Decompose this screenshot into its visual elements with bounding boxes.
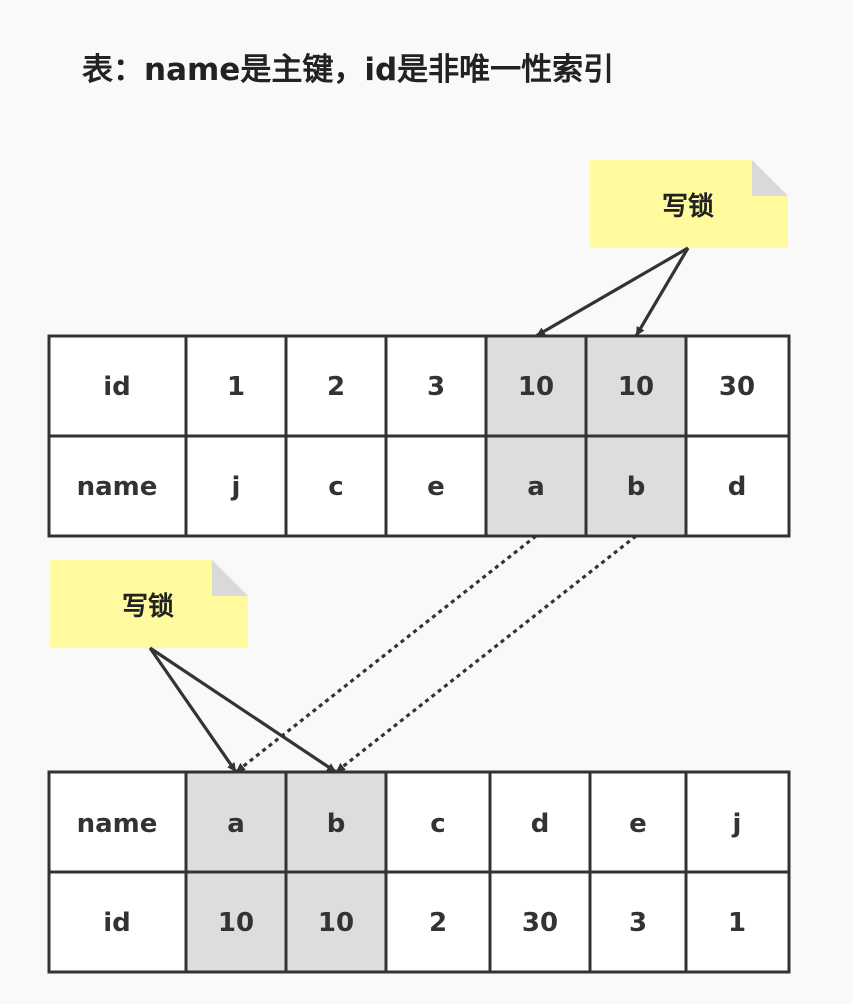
primary-table-header-name-label: name bbox=[77, 809, 158, 839]
primary-table-cell-value: b bbox=[327, 809, 346, 839]
secondary-lock-arrow-left bbox=[535, 246, 689, 338]
primary-lock-arrow-left bbox=[148, 647, 238, 773]
primary-lock-arrow-right bbox=[149, 646, 337, 774]
primary-table-cell-value: d bbox=[531, 809, 550, 839]
primary-table-cell-value: j bbox=[732, 809, 742, 839]
primary-lock-note-label: 写锁 bbox=[122, 591, 174, 622]
diagram-title: 表：name是主键，id是非唯一性索引 bbox=[82, 52, 614, 88]
primary-lock-note: 写锁 bbox=[50, 560, 248, 648]
secondary-table-cell-value: 1 bbox=[227, 372, 245, 402]
secondary-table-cell-value: d bbox=[728, 472, 747, 502]
secondary-table-header-name-label: name bbox=[77, 472, 158, 502]
secondary-lock-arrow-right bbox=[634, 247, 690, 337]
row-link-dotted-arrow-b bbox=[335, 534, 637, 774]
lock-diagram: 表：name是主键，id是非唯一性索引 写锁 写锁 id 1 2 3 10 10… bbox=[47, 52, 791, 974]
primary-table-cell-value: a bbox=[227, 809, 245, 839]
primary-table-cell-value: c bbox=[430, 809, 445, 839]
secondary-table-cell-value: e bbox=[427, 472, 445, 502]
primary-table-cell-value: 1 bbox=[728, 908, 746, 938]
secondary-table-cell-value: c bbox=[328, 472, 343, 502]
primary-index-table: name a b c d e j id 10 10 2 30 3 1 bbox=[47, 770, 791, 974]
primary-table-cell-value: 3 bbox=[629, 908, 647, 938]
primary-table-cell-value: 10 bbox=[318, 908, 354, 938]
primary-table-cell-value: 30 bbox=[522, 908, 558, 938]
primary-table-cell-value: e bbox=[629, 809, 647, 839]
secondary-lock-note: 写锁 bbox=[590, 160, 788, 248]
primary-table-cell-value: 2 bbox=[429, 908, 447, 938]
secondary-table-cell-value: 10 bbox=[518, 372, 554, 402]
secondary-table-cell-value: b bbox=[627, 472, 646, 502]
secondary-table-cell-value: 2 bbox=[327, 372, 345, 402]
primary-table-header-id-label: id bbox=[103, 908, 131, 938]
secondary-table-cell-value: a bbox=[527, 472, 545, 502]
secondary-table-header-id-label: id bbox=[103, 372, 131, 402]
secondary-table-cell-value: 10 bbox=[618, 372, 654, 402]
secondary-table-cell-value: j bbox=[231, 472, 241, 502]
secondary-table-cell-value: 3 bbox=[427, 372, 445, 402]
secondary-lock-note-label: 写锁 bbox=[662, 191, 714, 222]
primary-table-cell-value: 10 bbox=[218, 908, 254, 938]
secondary-index-table: id 1 2 3 10 10 30 name j c e a b d bbox=[47, 334, 791, 538]
secondary-table-cell-value: 30 bbox=[719, 372, 755, 402]
